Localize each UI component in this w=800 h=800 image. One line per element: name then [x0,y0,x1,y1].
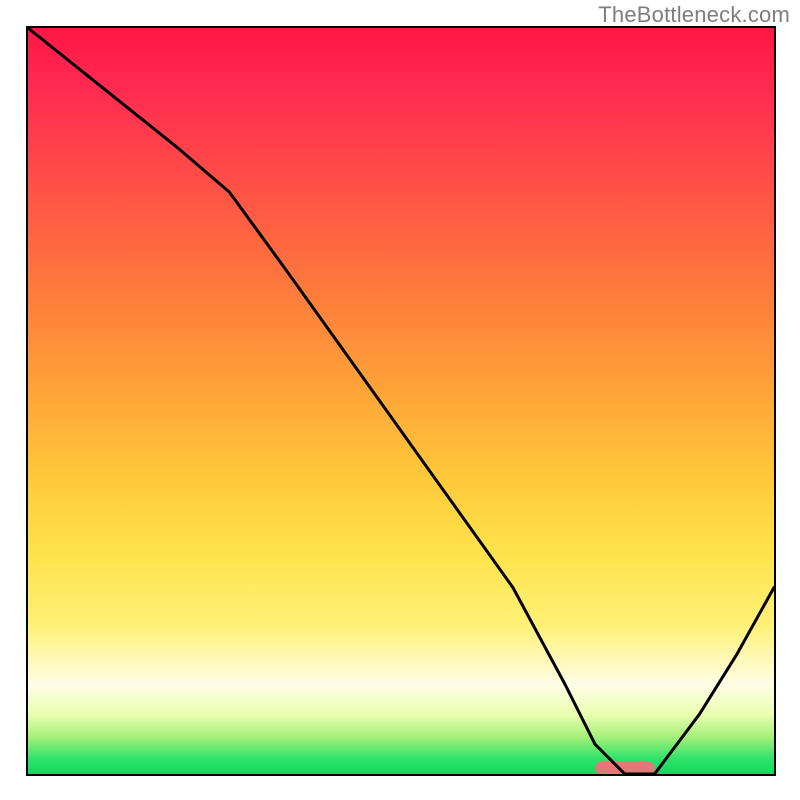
chart-stage: TheBottleneck.com [0,0,800,800]
curve-svg [28,28,774,774]
bottleneck-curve-path [28,28,774,774]
watermark-text: TheBottleneck.com [598,2,790,28]
plot-area [26,26,776,776]
